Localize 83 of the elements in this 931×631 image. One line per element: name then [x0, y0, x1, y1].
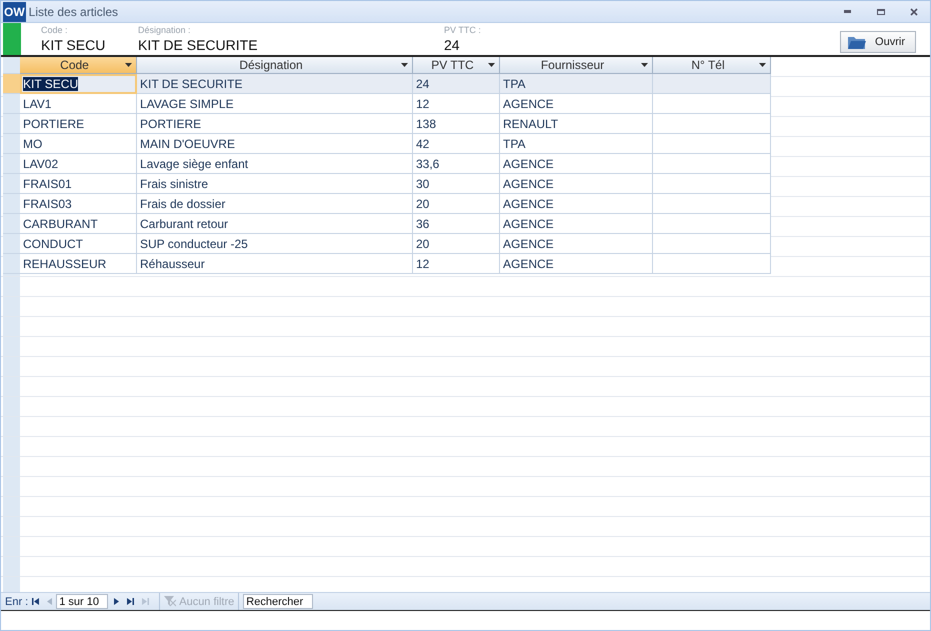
table-cell: 138	[413, 114, 500, 134]
table-cell: LAV1	[20, 94, 137, 114]
dropdown-caret-icon	[759, 63, 766, 67]
table-cell: LAVAGE SIMPLE	[137, 94, 413, 114]
table-cell: Lavage siège enfant	[137, 154, 413, 174]
table-cell: 30	[413, 174, 500, 194]
table-cell: AGENCE	[500, 254, 653, 274]
next-record-icon[interactable]	[112, 598, 120, 605]
table-cell: CARBURANT	[20, 214, 137, 234]
table-cell: MO	[20, 134, 137, 154]
dropdown-caret-icon	[401, 63, 408, 67]
table-cell: CONDUCT	[20, 234, 137, 254]
column-header[interactable]: Désignation	[137, 57, 413, 74]
table-cell: REHAUSSEUR	[20, 254, 137, 274]
table-cell: AGENCE	[500, 94, 653, 114]
open-button[interactable]: Ouvrir	[840, 31, 916, 53]
row-selector[interactable]	[3, 194, 20, 214]
first-record-icon[interactable]	[32, 598, 40, 605]
table-cell: AGENCE	[500, 234, 653, 254]
table-cell: 36	[413, 214, 500, 234]
table-cell: 24	[413, 74, 500, 94]
field-value: 24	[444, 37, 461, 53]
table-cell: AGENCE	[500, 214, 653, 234]
record-label: Enr :	[5, 596, 28, 608]
row-selector[interactable]	[3, 174, 20, 194]
table-cell: FRAIS03	[20, 194, 137, 214]
row-selector[interactable]	[3, 154, 20, 174]
table-cell: 12	[413, 94, 500, 114]
table-cell: AGENCE	[500, 194, 653, 214]
table-cell: Carburant retour	[137, 214, 413, 234]
window-title: Liste des articles	[28, 4, 120, 18]
maximize-icon[interactable]	[876, 8, 884, 14]
table-cell: AGENCE	[500, 174, 653, 194]
table-cell: AGENCE	[500, 154, 653, 174]
dropdown-caret-icon	[641, 63, 648, 67]
column-header[interactable]: N° Tél	[653, 57, 771, 74]
column-header[interactable]: Fournisseur	[500, 57, 653, 74]
row-selector[interactable]	[3, 254, 20, 274]
table-cell: LAV02	[20, 154, 137, 174]
row-selector[interactable]	[3, 214, 20, 234]
field-value: KIT SECU	[41, 37, 106, 53]
table-cell: 12	[413, 254, 500, 274]
table-cell: TPA	[500, 74, 653, 94]
dropdown-caret-icon	[125, 63, 132, 67]
record-position-field[interactable]: 1 sur 10	[56, 594, 108, 609]
table-cell: 33,6	[413, 154, 500, 174]
filter-icon	[164, 596, 176, 607]
close-icon[interactable]	[910, 8, 918, 16]
table-cell: KIT DE SECURITE	[137, 74, 413, 94]
app-badge: OW	[3, 2, 26, 22]
folder-icon	[847, 34, 868, 50]
column-header[interactable]: Code	[20, 57, 137, 74]
table-cell: Frais de dossier	[137, 194, 413, 214]
table-cell: 20	[413, 234, 500, 254]
dropdown-caret-icon	[488, 63, 495, 67]
table-cell: Frais sinistre	[137, 174, 413, 194]
table-cell: KIT SECU	[20, 74, 137, 94]
table-cell: SUP conducteur -25	[137, 234, 413, 254]
column-header[interactable]: PV TTC	[413, 57, 500, 74]
field-value: KIT DE SECURITE	[138, 37, 259, 53]
field-label: Désignation :	[138, 25, 192, 35]
new-record-icon[interactable]	[142, 598, 152, 605]
row-selector[interactable]	[3, 74, 20, 94]
row-selector[interactable]	[3, 94, 20, 114]
row-selector[interactable]	[3, 234, 20, 254]
field-label: PV TTC :	[444, 25, 482, 35]
last-record-icon[interactable]	[127, 598, 134, 605]
table-cell: Réhausseur	[137, 254, 413, 274]
table-cell: 42	[413, 134, 500, 154]
table-cell: MAIN D'OEUVRE	[137, 134, 413, 154]
table-cell: PORTIERE	[20, 114, 137, 134]
row-selector[interactable]	[3, 134, 20, 154]
minimize-icon[interactable]	[844, 10, 851, 13]
table-cell: PORTIERE	[137, 114, 413, 134]
row-selector[interactable]	[3, 114, 20, 134]
record-indicator	[3, 23, 21, 55]
table-cell: 20	[413, 194, 500, 214]
table-cell: FRAIS01	[20, 174, 137, 194]
table-cell: TPA	[500, 134, 653, 154]
search-field[interactable]: Rechercher	[243, 594, 314, 609]
field-label: Code :	[41, 25, 69, 35]
table-cell: RENAULT	[500, 114, 653, 134]
previous-record-icon[interactable]	[47, 598, 52, 605]
